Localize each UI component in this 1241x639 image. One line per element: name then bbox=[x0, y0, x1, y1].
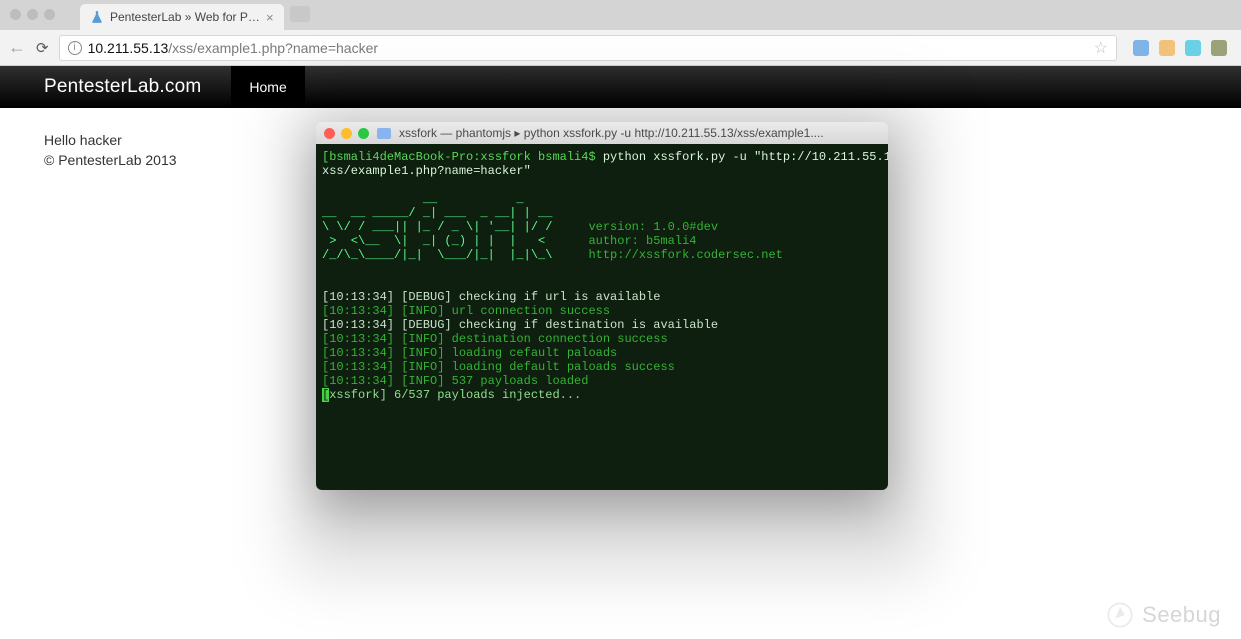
extension-icon[interactable] bbox=[1159, 40, 1175, 56]
extension-icon[interactable] bbox=[1133, 40, 1149, 56]
folder-icon bbox=[377, 128, 391, 139]
address-bar[interactable]: i 10.211.55.13/xss/example1.php?name=hac… bbox=[59, 35, 1117, 61]
browser-tab-title: PentesterLab » Web for Pente bbox=[110, 10, 260, 24]
browser-toolbar: ← → ⟳ i 10.211.55.13/xss/example1.php?na… bbox=[0, 30, 1241, 66]
tab-close-icon[interactable]: × bbox=[266, 11, 274, 24]
mac-dim-min-icon[interactable] bbox=[27, 9, 38, 20]
terminal-traffic-lights[interactable] bbox=[324, 128, 369, 139]
seebug-logo-icon bbox=[1106, 601, 1134, 629]
watermark-text: Seebug bbox=[1142, 602, 1221, 628]
bookmark-star-icon[interactable]: ☆ bbox=[1094, 38, 1108, 58]
new-tab-button[interactable] bbox=[290, 6, 310, 22]
terminal-output[interactable]: [bsmali4deMacBook-Pro:xssfork bsmali4$ p… bbox=[316, 144, 888, 490]
brand-label[interactable]: PentesterLab.com bbox=[44, 76, 201, 98]
site-info-icon[interactable]: i bbox=[68, 41, 82, 55]
url-path: /xss/example1.php?name=hacker bbox=[168, 40, 378, 56]
terminal-title: xssfork — phantomjs ▸ python xssfork.py … bbox=[399, 126, 880, 140]
zoom-icon[interactable] bbox=[358, 128, 369, 139]
reload-button[interactable]: ⟳ bbox=[36, 39, 49, 57]
url-host: 10.211.55.13 bbox=[88, 40, 169, 56]
back-button[interactable]: ← bbox=[8, 37, 26, 58]
mac-dim-close-icon[interactable] bbox=[10, 9, 21, 20]
terminal-titlebar[interactable]: xssfork — phantomjs ▸ python xssfork.py … bbox=[316, 122, 888, 144]
terminal-window[interactable]: xssfork — phantomjs ▸ python xssfork.py … bbox=[316, 122, 888, 490]
extension-icons bbox=[1127, 40, 1233, 56]
close-icon[interactable] bbox=[324, 128, 335, 139]
extension-icon[interactable] bbox=[1211, 40, 1227, 56]
window-traffic-lights[interactable] bbox=[10, 9, 55, 20]
minimize-icon[interactable] bbox=[341, 128, 352, 139]
browser-tabstrip: PentesterLab » Web for Pente × bbox=[0, 0, 1241, 30]
watermark: Seebug bbox=[1106, 601, 1221, 629]
browser-tab[interactable]: PentesterLab » Web for Pente × bbox=[80, 4, 284, 30]
favicon-flask-icon bbox=[90, 10, 104, 24]
extension-icon[interactable] bbox=[1185, 40, 1201, 56]
mac-dim-max-icon[interactable] bbox=[44, 9, 55, 20]
